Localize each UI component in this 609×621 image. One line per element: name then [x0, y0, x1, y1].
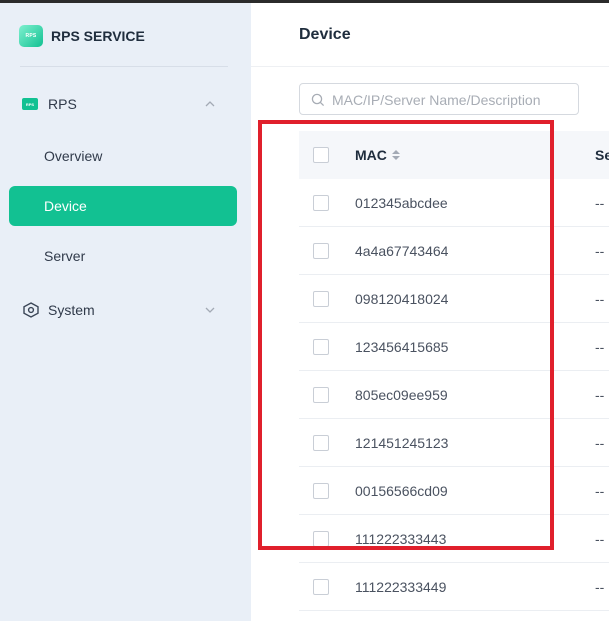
- sidebar-group-label: System: [48, 302, 95, 318]
- page-title: Device: [299, 26, 351, 43]
- row-checkbox[interactable]: [313, 531, 329, 547]
- cell-mac: 805ec09ee959: [355, 387, 448, 403]
- sidebar-item-overview[interactable]: Overview: [9, 136, 237, 176]
- brand-logo-text: RPS: [25, 33, 37, 39]
- table-row[interactable]: 012345abcdee --: [299, 179, 609, 227]
- rps-icon: RPS: [22, 96, 40, 112]
- table-row[interactable]: 123456415685 --: [299, 323, 609, 371]
- cell-second: --: [595, 483, 605, 499]
- select-all-checkbox[interactable]: [313, 147, 329, 163]
- row-checkbox[interactable]: [313, 339, 329, 355]
- cell-mac: 098120418024: [355, 291, 449, 307]
- brand-logo-icon: RPS: [19, 25, 43, 47]
- sidebar-group-label: RPS: [48, 96, 77, 112]
- title-divider: [251, 66, 609, 67]
- sidebar-group-system[interactable]: System: [0, 292, 251, 328]
- table-row[interactable]: 121451245123 --: [299, 419, 609, 467]
- search-box[interactable]: [299, 83, 579, 115]
- table-row[interactable]: 111222333443 --: [299, 515, 609, 563]
- row-checkbox[interactable]: [313, 435, 329, 451]
- table-body: 012345abcdee -- 4a4a67743464 -- 098120418024…: [299, 179, 609, 611]
- column-header-mac[interactable]: MAC: [355, 147, 387, 163]
- hexagon-gear-icon: [23, 302, 39, 318]
- cell-second: --: [595, 531, 605, 547]
- cell-mac: 121451245123: [355, 435, 449, 451]
- sidebar: RPS RPS SERVICE RPS RPS Overview Device …: [0, 3, 251, 621]
- row-checkbox[interactable]: [313, 195, 329, 211]
- sidebar-item-server[interactable]: Server: [9, 236, 237, 276]
- sidebar-item-label: Overview: [44, 148, 103, 164]
- chevron-up-icon: [205, 101, 215, 107]
- brand-name: RPS SERVICE: [51, 28, 145, 44]
- cell-mac: 123456415685: [355, 339, 449, 355]
- cell-mac: 012345abcdee: [355, 195, 448, 211]
- table-header: MAC Se: [299, 131, 609, 179]
- table-row[interactable]: 111222333449 --: [299, 563, 609, 611]
- sidebar-item-device[interactable]: Device: [9, 186, 237, 226]
- cell-mac: 111222333449: [355, 579, 447, 595]
- cell-second: --: [595, 435, 605, 451]
- row-checkbox[interactable]: [313, 291, 329, 307]
- table-row[interactable]: 4a4a67743464 --: [299, 227, 609, 275]
- row-checkbox[interactable]: [313, 387, 329, 403]
- device-table: MAC Se 012345abcdee -- 4a4a67743464 -- 09812…: [299, 131, 609, 611]
- cell-second: --: [595, 291, 605, 307]
- cell-mac: 00156566cd09: [355, 483, 448, 499]
- table-row[interactable]: 098120418024 --: [299, 275, 609, 323]
- column-header-second[interactable]: Se: [595, 147, 609, 163]
- cell-second: --: [595, 195, 605, 211]
- sidebar-item-label: Server: [44, 248, 86, 264]
- cell-mac: 4a4a67743464: [355, 243, 449, 259]
- brand: RPS RPS SERVICE: [19, 25, 145, 47]
- row-checkbox[interactable]: [313, 243, 329, 259]
- sort-icon[interactable]: [391, 149, 401, 161]
- chevron-down-icon: [205, 307, 215, 313]
- row-checkbox[interactable]: [313, 483, 329, 499]
- cell-second: --: [595, 387, 605, 403]
- cell-second: --: [595, 579, 605, 595]
- row-checkbox[interactable]: [313, 579, 329, 595]
- sidebar-item-label: Device: [44, 198, 87, 214]
- sidebar-group-rps[interactable]: RPS RPS: [0, 86, 251, 122]
- cell-second: --: [595, 339, 605, 355]
- cell-mac: 111222333443: [355, 531, 447, 547]
- search-icon: [311, 93, 325, 107]
- cell-second: --: [595, 243, 605, 259]
- brand-divider: [20, 66, 228, 67]
- table-row[interactable]: 805ec09ee959 --: [299, 371, 609, 419]
- search-input[interactable]: [332, 90, 572, 110]
- main-content: Device MAC Se 012345abcdee--4a4a67743464…: [251, 3, 609, 621]
- table-row[interactable]: 00156566cd09 --: [299, 467, 609, 515]
